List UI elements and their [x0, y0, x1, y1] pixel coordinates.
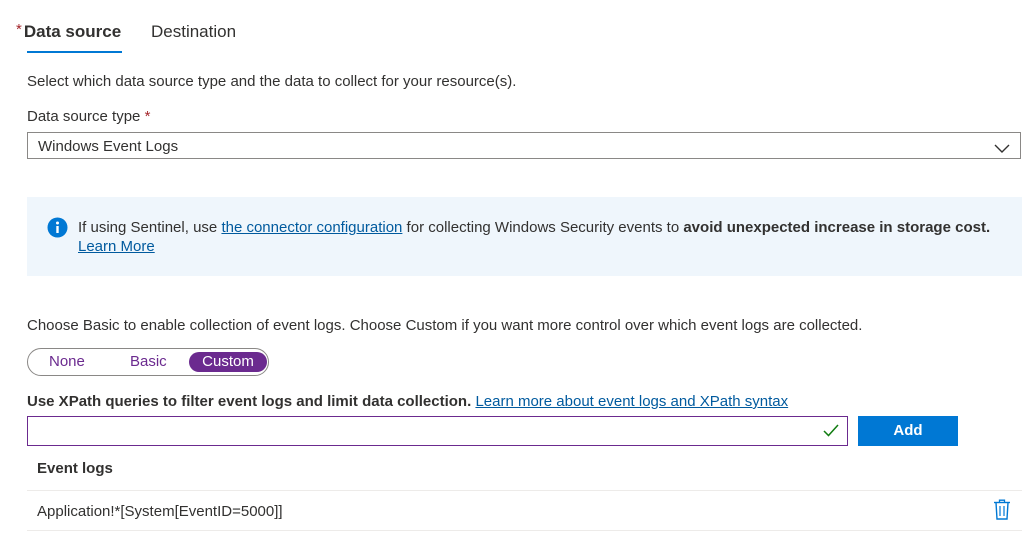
intro-text: Select which data source type and the da…: [27, 73, 517, 90]
data-source-type-label: Data source type *: [27, 108, 150, 125]
trash-icon[interactable]: [993, 499, 1011, 525]
table-divider: [27, 490, 1022, 491]
mode-option-basic[interactable]: Basic: [130, 353, 167, 370]
info-message-bar: If using Sentinel, use the connector con…: [27, 197, 1022, 276]
info-icon: [47, 217, 68, 238]
collection-mode-toggle: None Basic Custom: [27, 348, 269, 376]
info-text-part2: for collecting Windows Security events t…: [402, 219, 684, 236]
required-asterisk: *: [16, 21, 22, 38]
active-tab-indicator: [27, 51, 122, 53]
info-text-bold: avoid unexpected increase in storage cos…: [683, 219, 991, 236]
chevron-down-icon: [994, 141, 1010, 159]
tab-data-source-label: Data source: [23, 22, 122, 41]
xpath-query-input[interactable]: [27, 416, 848, 446]
table-divider: [27, 530, 1022, 531]
info-text-part1: If using Sentinel, use: [78, 219, 222, 236]
xpath-label: Use XPath queries to filter event logs a…: [27, 393, 472, 410]
data-source-type-label-text: Data source type: [27, 108, 141, 125]
add-button[interactable]: Add: [858, 416, 958, 446]
connector-configuration-link[interactable]: the connector configuration: [221, 219, 402, 236]
mode-option-none[interactable]: None: [49, 353, 85, 370]
xpath-learn-more-link[interactable]: Learn more about event logs and XPath sy…: [475, 393, 788, 410]
required-asterisk: *: [144, 108, 151, 125]
data-source-type-dropdown[interactable]: Windows Event Logs: [27, 132, 1021, 159]
tab-data-source[interactable]: * Data source: [16, 21, 122, 42]
info-message-text: If using Sentinel, use the connector con…: [78, 218, 1008, 256]
tab-destination[interactable]: Destination: [151, 22, 236, 42]
xpath-label-row: Use XPath queries to filter event logs a…: [27, 393, 788, 410]
choose-mode-text: Choose Basic to enable collection of eve…: [27, 317, 863, 334]
event-logs-header: Event logs: [37, 460, 113, 477]
mode-option-custom[interactable]: Custom: [189, 352, 267, 372]
checkmark-icon: [823, 424, 839, 442]
table-row: Application!*[System[EventID=5000]]: [37, 503, 283, 520]
learn-more-link[interactable]: Learn More: [78, 238, 155, 255]
data-source-type-value: Windows Event Logs: [38, 138, 179, 155]
event-log-query: Application!*[System[EventID=5000]]: [37, 503, 283, 520]
